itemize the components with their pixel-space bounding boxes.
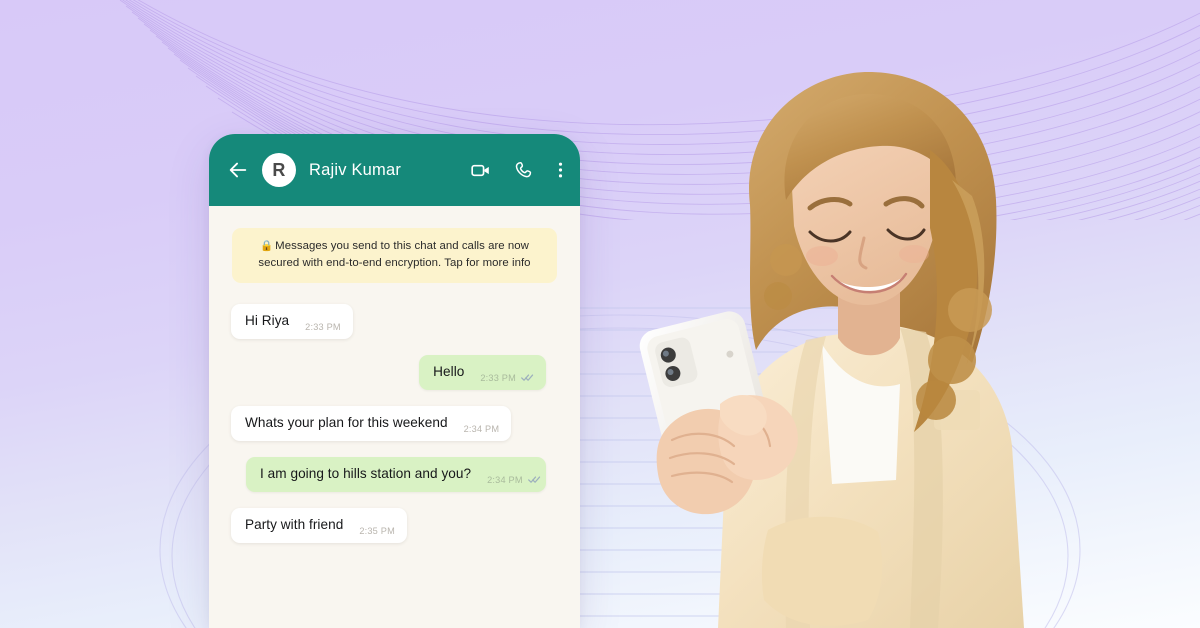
message-text: Party with friend xyxy=(245,516,344,532)
message-row: I am going to hills station and you? 2:3… xyxy=(229,456,560,492)
message-text: I am going to hills station and you? xyxy=(260,465,472,481)
read-receipt-icon xyxy=(527,476,540,484)
message-row: Hello 2:33 PM xyxy=(229,354,560,390)
voice-call-icon[interactable] xyxy=(514,160,535,181)
chat-header: R Rajiv Kumar xyxy=(209,134,580,206)
message-time: 2:34 PM xyxy=(463,423,500,434)
message-time: 2:33 PM xyxy=(305,321,341,332)
message-meta: 2:35 PM xyxy=(359,526,395,536)
message-meta: 2:33 PM xyxy=(305,322,341,332)
back-arrow-icon[interactable] xyxy=(227,159,249,181)
message-text: Whats your plan for this weekend xyxy=(245,414,448,430)
message-bubble-incoming[interactable]: Whats your plan for this weekend 2:34 PM xyxy=(231,405,512,441)
message-bubble-outgoing[interactable]: I am going to hills station and you? 2:3… xyxy=(246,456,546,492)
person-photo xyxy=(639,71,1024,628)
message-time: 2:35 PM xyxy=(359,525,395,536)
message-bubble-incoming[interactable]: Party with friend 2:35 PM xyxy=(231,507,407,543)
message-bubble-incoming[interactable]: Hi Riya 2:33 PM xyxy=(231,303,353,339)
message-row: Party with friend 2:35 PM xyxy=(229,507,560,543)
chat-body: 🔒 Messages you send to this chat and call… xyxy=(209,206,580,628)
header-actions xyxy=(470,160,563,181)
message-list: Hi Riya 2:33 PM Hello 2:33 PM Whats your… xyxy=(229,303,560,559)
message-bubble-outgoing[interactable]: Hello 2:33 PM xyxy=(419,354,546,390)
message-time: 2:33 PM xyxy=(480,372,516,383)
message-meta: 2:33 PM xyxy=(480,373,534,383)
message-row: Whats your plan for this weekend 2:34 PM xyxy=(229,405,560,441)
overflow-menu-icon[interactable] xyxy=(558,160,563,180)
message-text: Hi Riya xyxy=(245,312,290,328)
contact-name: Rajiv Kumar xyxy=(309,160,402,179)
lock-icon: 🔒 xyxy=(260,240,274,252)
encryption-notice[interactable]: 🔒 Messages you send to this chat and call… xyxy=(232,228,557,283)
video-call-icon[interactable] xyxy=(470,160,491,181)
read-receipt-icon xyxy=(521,374,534,382)
encryption-notice-text: Messages you send to this chat and calls… xyxy=(258,240,531,269)
whatsapp-phone-mockup: R Rajiv Kumar 🔒 Messages you send to this… xyxy=(209,134,580,628)
message-meta: 2:34 PM xyxy=(487,475,541,485)
message-row: Hi Riya 2:33 PM xyxy=(229,303,560,339)
avatar-initial: R xyxy=(272,159,286,180)
message-meta: 2:34 PM xyxy=(464,424,500,434)
message-time: 2:34 PM xyxy=(487,474,523,485)
message-text: Hello xyxy=(433,363,465,379)
avatar[interactable]: R xyxy=(262,153,296,187)
